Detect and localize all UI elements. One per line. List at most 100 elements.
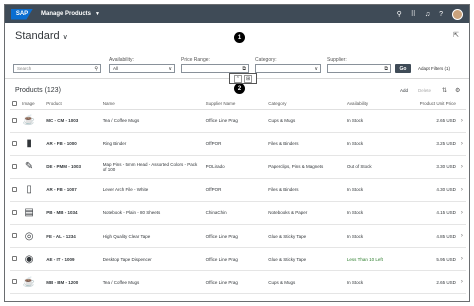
- variant-selector[interactable]: Standard ∨: [15, 30, 68, 42]
- pins-icon: ✎: [24, 161, 34, 173]
- table-row[interactable]: ▯ AR - FB - 1007 Lever Arch File - White Of…: [10, 178, 466, 202]
- product-name: High Quality Clear Tape: [100, 224, 204, 249]
- column-header-availability[interactable]: Availability: [344, 99, 406, 110]
- select-all-checkbox[interactable]: [12, 100, 17, 106]
- header-collapse-pin-controls[interactable]: ⌃ ⊞: [229, 73, 257, 84]
- product-name: Ring Binder: [100, 132, 204, 156]
- category: Notebooks & Paper: [266, 201, 345, 225]
- category: Files & Binders: [266, 132, 345, 156]
- category-label: Category:: [255, 57, 277, 63]
- table-row[interactable]: ✎ DE - PMM - 1003 Map Pins - 5mm Head - As…: [10, 155, 466, 179]
- adapt-filters-button[interactable]: Adapt Filters (1): [418, 66, 450, 71]
- share-icon[interactable]: ⇱: [453, 31, 459, 39]
- supplier-name: ChinaChin: [203, 201, 267, 225]
- column-header-category[interactable]: Category: [266, 99, 345, 110]
- product-id: AR - FB - 1007: [44, 178, 101, 202]
- availability-label: Availability:: [109, 57, 134, 63]
- shell-bar: SAP Manage Products ▼ ⚲ ⠿ ♫ ?: [5, 5, 469, 23]
- table-row[interactable]: ☕ MC - CM - 1003 Tea / Coffee Mugs Office L…: [10, 109, 466, 133]
- product-id: AR - FB - 1000: [44, 132, 101, 156]
- row-checkbox[interactable]: [12, 279, 17, 285]
- table-row[interactable]: ▮ AR - FB - 1000 Ring Binder OffPOR Files & …: [10, 132, 466, 156]
- table-row[interactable]: ◎ FE - AL - 1234 High Quality Clear Tape Of…: [10, 224, 466, 249]
- product-id: AE - IT - 1009: [44, 247, 101, 272]
- supplier-input[interactable]: ⧉: [327, 64, 391, 73]
- tape-icon: ◎: [24, 230, 34, 242]
- search-icon[interactable]: ⚲: [94, 66, 98, 72]
- chevron-down-icon[interactable]: ▼: [95, 11, 100, 17]
- availability: Less Than 10 Left: [344, 247, 406, 272]
- column-header-image[interactable]: Image: [20, 99, 45, 110]
- search-input[interactable]: Search ⚲: [13, 64, 101, 73]
- chevron-right-icon[interactable]: ›: [457, 178, 466, 202]
- chevron-right-icon[interactable]: ›: [457, 132, 466, 156]
- table-row[interactable]: ◉ AE - IT - 1009 Desktop Tape Dispencer Off…: [10, 247, 466, 272]
- chevron-right-icon[interactable]: ›: [457, 247, 466, 272]
- row-checkbox[interactable]: [12, 186, 17, 192]
- table-header-row: Image Product Name Supplier Name Categor…: [10, 99, 466, 110]
- supplier-name: OffPOR: [203, 132, 267, 156]
- chevron-right-icon[interactable]: ›: [457, 224, 466, 249]
- file-icon: ▯: [26, 184, 32, 196]
- mug-icon: ☕: [22, 276, 36, 288]
- binder-icon: ▮: [26, 138, 32, 150]
- column-header-price[interactable]: Product Unit Price: [405, 99, 458, 110]
- avatar[interactable]: [452, 8, 463, 20]
- category: Glue & Sticky Tape: [266, 247, 345, 272]
- product-name: Desktop Tape Dispencer: [100, 247, 204, 272]
- availability-select[interactable]: All ∨: [109, 64, 175, 73]
- unit-price: 4.30 USD: [405, 178, 458, 202]
- availability: In Stock: [344, 132, 406, 156]
- chevron-right-icon[interactable]: ›: [457, 270, 466, 295]
- column-header-product[interactable]: Product: [44, 99, 101, 110]
- table-row[interactable]: ☕ MB - BM - 1200 Tea / Coffee Mugs Office L…: [10, 270, 466, 295]
- chevron-down-icon: ∨: [168, 65, 172, 72]
- notebook-icon: ▤: [24, 207, 34, 219]
- category-select[interactable]: ∨: [255, 64, 321, 73]
- row-checkbox[interactable]: [12, 163, 17, 169]
- sort-icon[interactable]: ⇅: [442, 87, 447, 94]
- settings-icon[interactable]: ⚙: [455, 87, 460, 94]
- delete-button[interactable]: Delete: [418, 88, 431, 93]
- category: Glue & Sticky Tape: [266, 224, 345, 249]
- bell-icon[interactable]: ♫: [425, 11, 430, 18]
- search-icon[interactable]: ⚲: [397, 10, 402, 18]
- callout-marker-2: 2: [234, 83, 245, 94]
- unit-price: 4.15 USD: [405, 201, 458, 225]
- mug-icon: ☕: [22, 115, 36, 127]
- product-name: Tea / Coffee Mugs: [100, 270, 204, 295]
- row-checkbox[interactable]: [12, 140, 17, 146]
- column-header-name[interactable]: Name: [100, 99, 204, 110]
- availability: In Stock: [344, 201, 406, 225]
- row-checkbox[interactable]: [12, 256, 17, 262]
- price-range-input[interactable]: ⧉: [181, 64, 249, 73]
- collapse-icon[interactable]: ⌃: [233, 74, 242, 83]
- value-help-icon[interactable]: ⧉: [242, 66, 246, 72]
- app-title[interactable]: Manage Products: [41, 11, 91, 17]
- supplier-name: Office Line Prag: [203, 224, 267, 249]
- grid-icon[interactable]: ⠿: [411, 10, 416, 18]
- unit-price: 4.85 USD: [405, 224, 458, 249]
- product-id: DE - PMM - 1003: [44, 155, 101, 179]
- value-help-icon[interactable]: ⧉: [384, 66, 388, 72]
- chevron-right-icon[interactable]: ›: [457, 201, 466, 225]
- chevron-right-icon[interactable]: ›: [457, 155, 466, 179]
- row-checkbox[interactable]: [12, 117, 17, 123]
- row-checkbox[interactable]: [12, 209, 17, 215]
- product-id: MB - BM - 1200: [44, 270, 101, 295]
- table-row[interactable]: ▤ PB - MB - 1034 Notebook - Plain - 80 She…: [10, 201, 466, 225]
- help-icon[interactable]: ?: [439, 11, 443, 18]
- add-button[interactable]: Add: [400, 88, 408, 93]
- unit-price: 5.95 USD: [405, 247, 458, 272]
- availability: Out of Stock: [344, 155, 406, 179]
- callout-marker-1: 1: [234, 32, 245, 43]
- chevron-right-icon[interactable]: ›: [457, 109, 466, 133]
- pin-icon[interactable]: ⊞: [244, 74, 253, 83]
- supplier-name: Office Line Prag: [203, 247, 267, 272]
- column-header-supplier[interactable]: Supplier Name: [203, 99, 267, 110]
- go-button[interactable]: Go: [395, 64, 411, 73]
- sap-logo[interactable]: SAP: [11, 8, 33, 20]
- product-id: PB - MB - 1034: [44, 201, 101, 225]
- availability: In Stock: [344, 224, 406, 249]
- row-checkbox[interactable]: [12, 233, 17, 239]
